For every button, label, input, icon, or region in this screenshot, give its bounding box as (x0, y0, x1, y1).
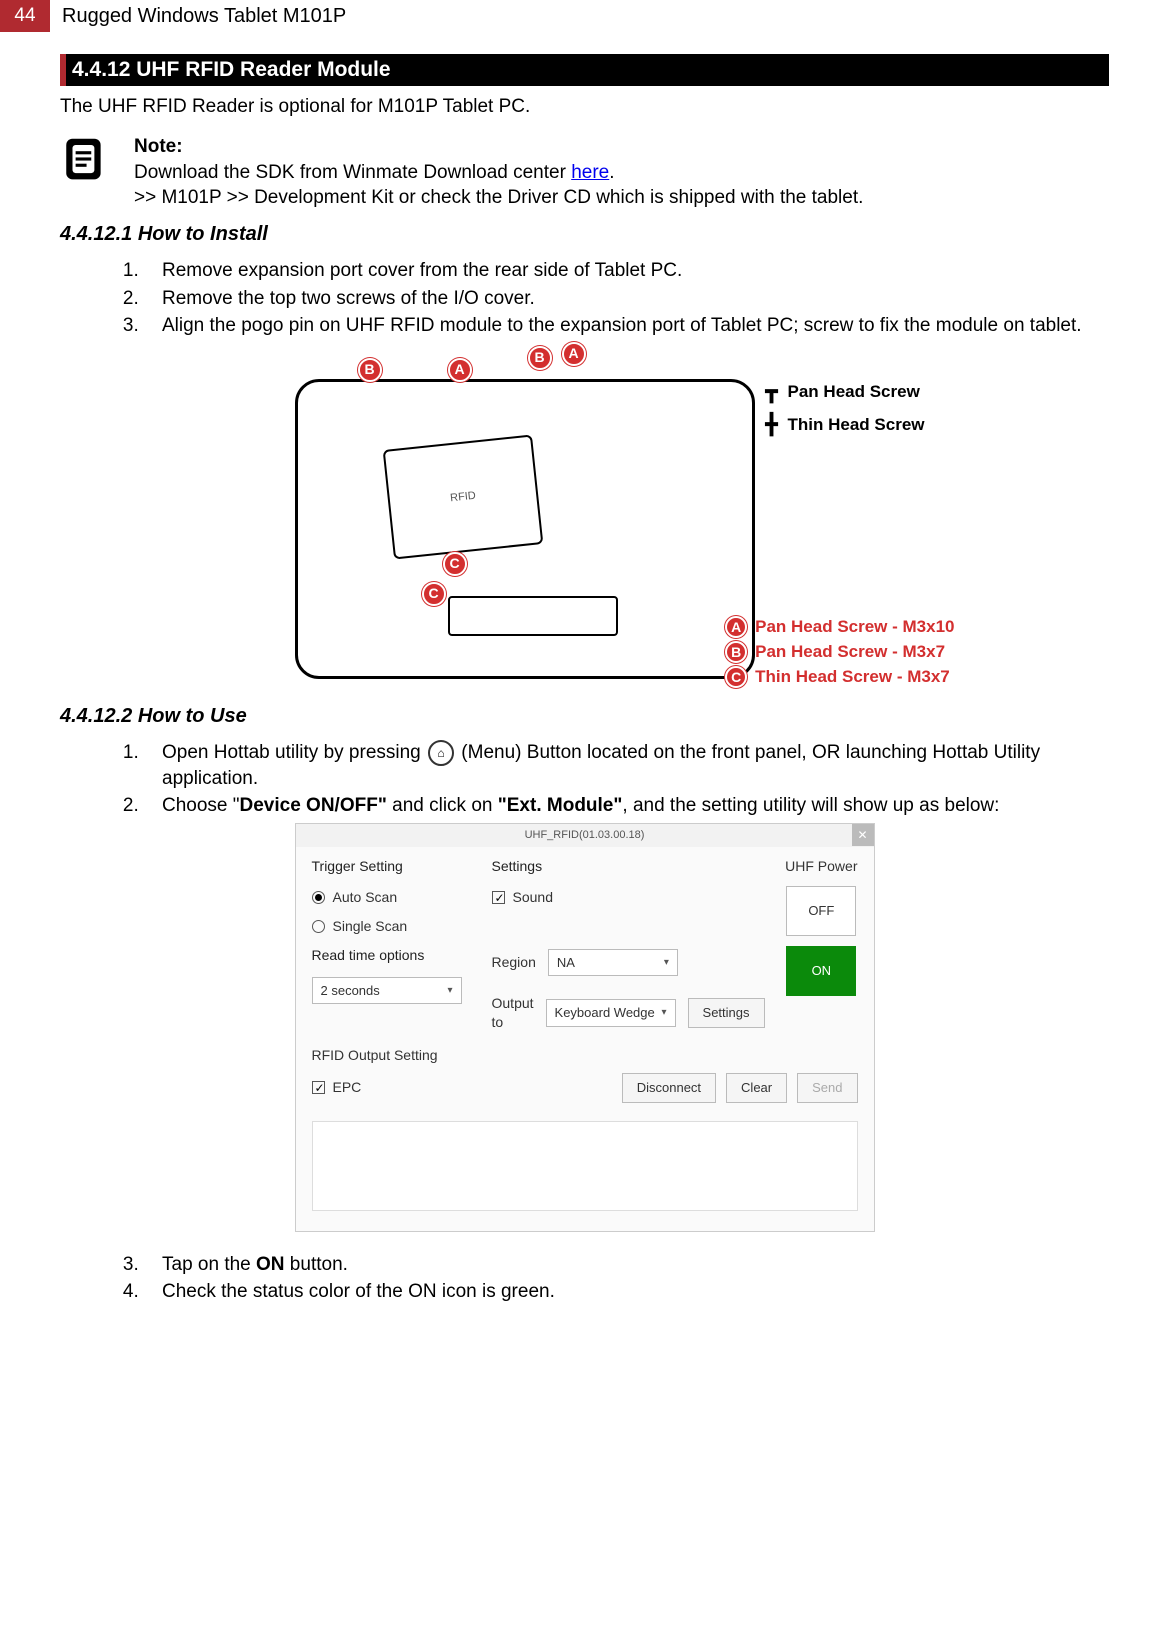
region-select[interactable]: NA▾ (548, 949, 678, 977)
note-line1: Download the SDK from Winmate Download c… (134, 160, 1109, 186)
sound-checkbox[interactable]: Sound (492, 888, 722, 907)
install-step-1: Remove expansion port cover from the rea… (144, 258, 1109, 284)
marker-c2: C (422, 582, 446, 606)
page-number: 44 (0, 0, 50, 32)
marker-b2: B (528, 346, 552, 370)
section-heading: 4.4.12 UHF RFID Reader Module (60, 54, 1109, 86)
note-line2: >> M101P >> Development Kit or check the… (134, 185, 1109, 211)
rfid-module: RFID (382, 434, 543, 559)
clear-button[interactable]: Clear (726, 1073, 787, 1103)
send-button[interactable]: Send (797, 1073, 857, 1103)
install-heading: 4.4.12.1 How to Install (60, 221, 1109, 248)
uhf-rfid-window: UHF_RFID(01.03.00.18) ✕ Trigger Setting … (295, 823, 875, 1231)
disconnect-button[interactable]: Disconnect (622, 1073, 716, 1103)
note-title: Note: (134, 134, 1109, 160)
region-label: Region (492, 953, 536, 972)
epc-checkbox[interactable]: EPC (312, 1078, 362, 1097)
screw-legend-bottom: APan Head Screw - M3x10 BPan Head Screw … (725, 616, 954, 691)
trigger-setting-label: Trigger Setting (312, 857, 462, 876)
marker-c: C (443, 552, 467, 576)
use-step-3: Tap on the ON button. (144, 1252, 1109, 1278)
install-step-3: Align the pogo pin on UHF RFID module to… (144, 313, 1109, 339)
rfid-output-label: RFID Output Setting (312, 1046, 858, 1065)
output-to-label: Output to (492, 994, 534, 1032)
screw-legend-top: ┳Pan Head Screw ╋Thin Head Screw (765, 379, 924, 445)
use-heading: 4.4.12.2 How to Use (60, 703, 1109, 730)
uhf-power-label: UHF Power (785, 857, 857, 876)
note-icon (60, 134, 110, 192)
window-title: UHF_RFID(01.03.00.18) (525, 829, 645, 841)
marker-a: A (448, 358, 472, 382)
auto-scan-radio[interactable]: Auto Scan (312, 888, 462, 907)
settings-button[interactable]: Settings (688, 998, 765, 1028)
power-off-button[interactable]: OFF (786, 886, 856, 936)
read-time-label: Read time options (312, 946, 462, 965)
power-on-button[interactable]: ON (786, 946, 856, 996)
intro-text: The UHF RFID Reader is optional for M101… (60, 94, 1109, 120)
marker-b: B (358, 358, 382, 382)
output-to-select[interactable]: Keyboard Wedge▾ (546, 999, 676, 1027)
use-step-4: Check the status color of the ON icon is… (144, 1279, 1109, 1305)
settings-label: Settings (492, 857, 722, 876)
use-step-2: Choose "Device ON/OFF" and click on "Ext… (144, 793, 1109, 819)
install-figure: ┳Pan Head Screw ╋Thin Head Screw B A B A… (245, 379, 925, 679)
download-link[interactable]: here (571, 162, 609, 183)
marker-a2: A (562, 342, 586, 366)
install-step-2: Remove the top two screws of the I/O cov… (144, 286, 1109, 312)
doc-title: Rugged Windows Tablet M101P (50, 3, 346, 30)
close-icon[interactable]: ✕ (852, 824, 874, 846)
read-time-select[interactable]: 2 seconds▾ (312, 977, 462, 1005)
menu-button-icon: ⌂ (428, 740, 454, 766)
output-textarea[interactable] (312, 1121, 858, 1211)
single-scan-radio[interactable]: Single Scan (312, 917, 462, 936)
use-step-1: Open Hottab utility by pressing ⌂ (Menu)… (144, 740, 1109, 792)
